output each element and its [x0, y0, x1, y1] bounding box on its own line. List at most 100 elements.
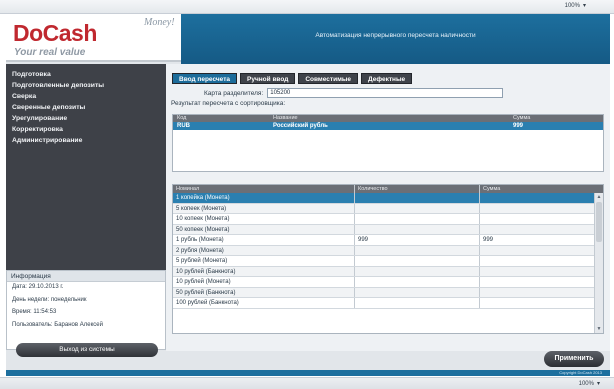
- table-cell: 2 рубля (Монета): [173, 245, 355, 255]
- chevron-down-icon[interactable]: ▾: [597, 380, 600, 387]
- column-header: Сумма: [483, 186, 501, 192]
- table-cell: [480, 256, 594, 266]
- sidebar-item[interactable]: Подготовка: [6, 69, 166, 80]
- column-header: Название: [273, 115, 298, 121]
- table-cell: 50 копеек (Монета): [173, 224, 355, 234]
- table-cell: 10 рублей (Монета): [173, 277, 355, 287]
- info-user: Пользователь: Баранов Алексей: [12, 321, 103, 328]
- tab-bar: Ввод пересчета Ручной ввод Совместимые Дефе…: [172, 73, 413, 84]
- table-cell: [355, 277, 480, 287]
- table-cell: 5 копеек (Монета): [173, 203, 355, 213]
- column-header: Количество: [355, 185, 480, 193]
- table-cell: [480, 214, 594, 224]
- table-row[interactable]: 50 копеек (Монета): [173, 224, 594, 235]
- table-cell: 100 рублей (Банкнота): [173, 298, 355, 308]
- table-row[interactable]: 2 рубля (Монета): [173, 245, 594, 256]
- app-window: DoCash Money! Your real value Автоматиза…: [6, 14, 610, 376]
- column-header: Сумма: [513, 115, 531, 121]
- tab[interactable]: Дефектные: [361, 73, 413, 84]
- table-cell: RUB: [177, 123, 190, 129]
- scroll-down-icon[interactable]: ▼: [595, 325, 603, 333]
- logout-button[interactable]: Выход из системы: [16, 343, 158, 357]
- page-title: Автоматизация непрерывного пересчета нал…: [315, 32, 476, 39]
- column-header: Код: [177, 115, 187, 121]
- vertical-scrollbar[interactable]: ▲ ▼: [594, 193, 603, 333]
- column-header: Номинал: [173, 185, 355, 193]
- logo-main-text: DoCash: [13, 20, 97, 46]
- table-cell: 999: [355, 235, 480, 245]
- zoom-value: 100%: [564, 2, 580, 9]
- tab[interactable]: Ручной ввод: [240, 73, 296, 84]
- tab[interactable]: Совместимые: [298, 73, 359, 84]
- card-field-row: Карта разделителя: 105200: [204, 88, 504, 98]
- table-cell: 10 рублей (Банкнота): [173, 266, 355, 276]
- table-cell: [355, 224, 480, 234]
- main-panel: Ввод пересчета Ручной ввод Совместимые Дефе…: [166, 64, 610, 351]
- table-cell: [355, 203, 480, 213]
- info-date: Дата: 29.10.2013 г.: [12, 284, 64, 290]
- sidebar-item[interactable]: Подготовленные депозиты: [6, 80, 166, 91]
- info-day: День недели: понедельник: [12, 296, 87, 303]
- table-row[interactable]: 50 рублей (Банкнота): [173, 287, 594, 298]
- table-row[interactable]: 10 рублей (Монета): [173, 277, 594, 288]
- table-row[interactable]: 5 копеек (Монета): [173, 203, 594, 214]
- table-cell: [355, 193, 480, 203]
- info-time: Время: 11:54:53: [12, 309, 57, 315]
- sidebar-item[interactable]: Сверенные депозиты: [6, 102, 166, 113]
- table-cell: [480, 204, 594, 214]
- logo: DoCash Money! Your real value: [6, 14, 181, 62]
- copyright-text: Copyright DoCash 2013: [559, 370, 602, 375]
- result-label: Результат пересчета с сортировщика:: [171, 100, 286, 107]
- table-cell: 1 рубль (Монета): [173, 235, 355, 245]
- chevron-down-icon[interactable]: ▾: [583, 2, 586, 9]
- tab[interactable]: Ввод пересчета: [172, 73, 238, 84]
- header-band: Автоматизация непрерывного пересчета нал…: [181, 14, 610, 64]
- browser-status-bar: 100% ▾: [0, 377, 614, 389]
- table-cell: [355, 287, 480, 297]
- nav-list: Подготовка Подготовленные депозиты Сверка С…: [6, 64, 166, 146]
- denomination-table-header: Номинал Количество Сумма: [173, 185, 603, 193]
- currency-table-header: Код Название Сумма: [173, 115, 603, 122]
- zoom-control[interactable]: 100% ▾: [564, 2, 586, 10]
- sidebar-item[interactable]: Администрирование: [6, 135, 166, 146]
- denomination-table-body: 1 копейка (Монета) 5 копеек (Монета) 10 ко…: [173, 193, 594, 333]
- table-cell: 1 копейка (Монета): [173, 193, 355, 203]
- table-cell: [480, 193, 594, 203]
- table-row[interactable]: 10 рублей (Банкнота): [173, 266, 594, 277]
- info-title: Информация: [7, 271, 165, 282]
- table-row[interactable]: 1 рубль (Монета) 999 999: [173, 235, 594, 246]
- scroll-up-icon[interactable]: ▲: [595, 193, 603, 201]
- table-row[interactable]: 5 рублей (Монета): [173, 256, 594, 267]
- table-cell: 10 копеек (Монета): [173, 214, 355, 224]
- table-cell: [355, 298, 480, 308]
- sidebar: Подготовка Подготовленные депозиты Сверка С…: [6, 64, 166, 270]
- card-input[interactable]: 105200: [267, 88, 504, 98]
- table-row[interactable]: 10 копеек (Монета): [173, 214, 594, 225]
- browser-top-bar: 100% ▾: [0, 0, 614, 14]
- sidebar-item[interactable]: Урегулирование: [6, 113, 166, 124]
- table-row[interactable]: 100 рублей (Банкнота): [173, 298, 594, 309]
- table-row[interactable]: RUB Российский рубль 999: [173, 122, 603, 130]
- table-cell: Российский рубль: [273, 123, 328, 129]
- sidebar-item[interactable]: Сверка: [6, 91, 166, 102]
- info-panel: Информация Дата: 29.10.2013 г. День неде…: [6, 270, 166, 350]
- table-cell: 5 рублей (Монета): [173, 256, 355, 266]
- denomination-table: Номинал Количество Сумма 1 копейка (Моне…: [172, 184, 604, 334]
- table-cell: [480, 267, 594, 277]
- table-cell: 999: [513, 123, 524, 129]
- zoom-value: 100%: [578, 380, 594, 387]
- table-row[interactable]: 1 копейка (Монета): [173, 193, 594, 204]
- table-cell: [480, 298, 594, 308]
- logo-tagline: Your real value: [14, 47, 86, 58]
- sidebar-item[interactable]: Корректировка: [6, 124, 166, 135]
- apply-button[interactable]: Применить: [544, 351, 604, 367]
- table-cell: 999: [483, 237, 494, 243]
- scroll-thumb[interactable]: [596, 202, 602, 242]
- table-cell: [355, 266, 480, 276]
- logo-money-text: Money!: [144, 17, 175, 28]
- currency-table: Код Название Сумма RUB Российский рубль …: [172, 114, 604, 172]
- zoom-control-bottom[interactable]: 100% ▾: [578, 380, 600, 388]
- table-cell: [480, 277, 594, 287]
- table-cell: [480, 246, 594, 256]
- footer-band: Copyright DoCash 2013: [6, 370, 610, 376]
